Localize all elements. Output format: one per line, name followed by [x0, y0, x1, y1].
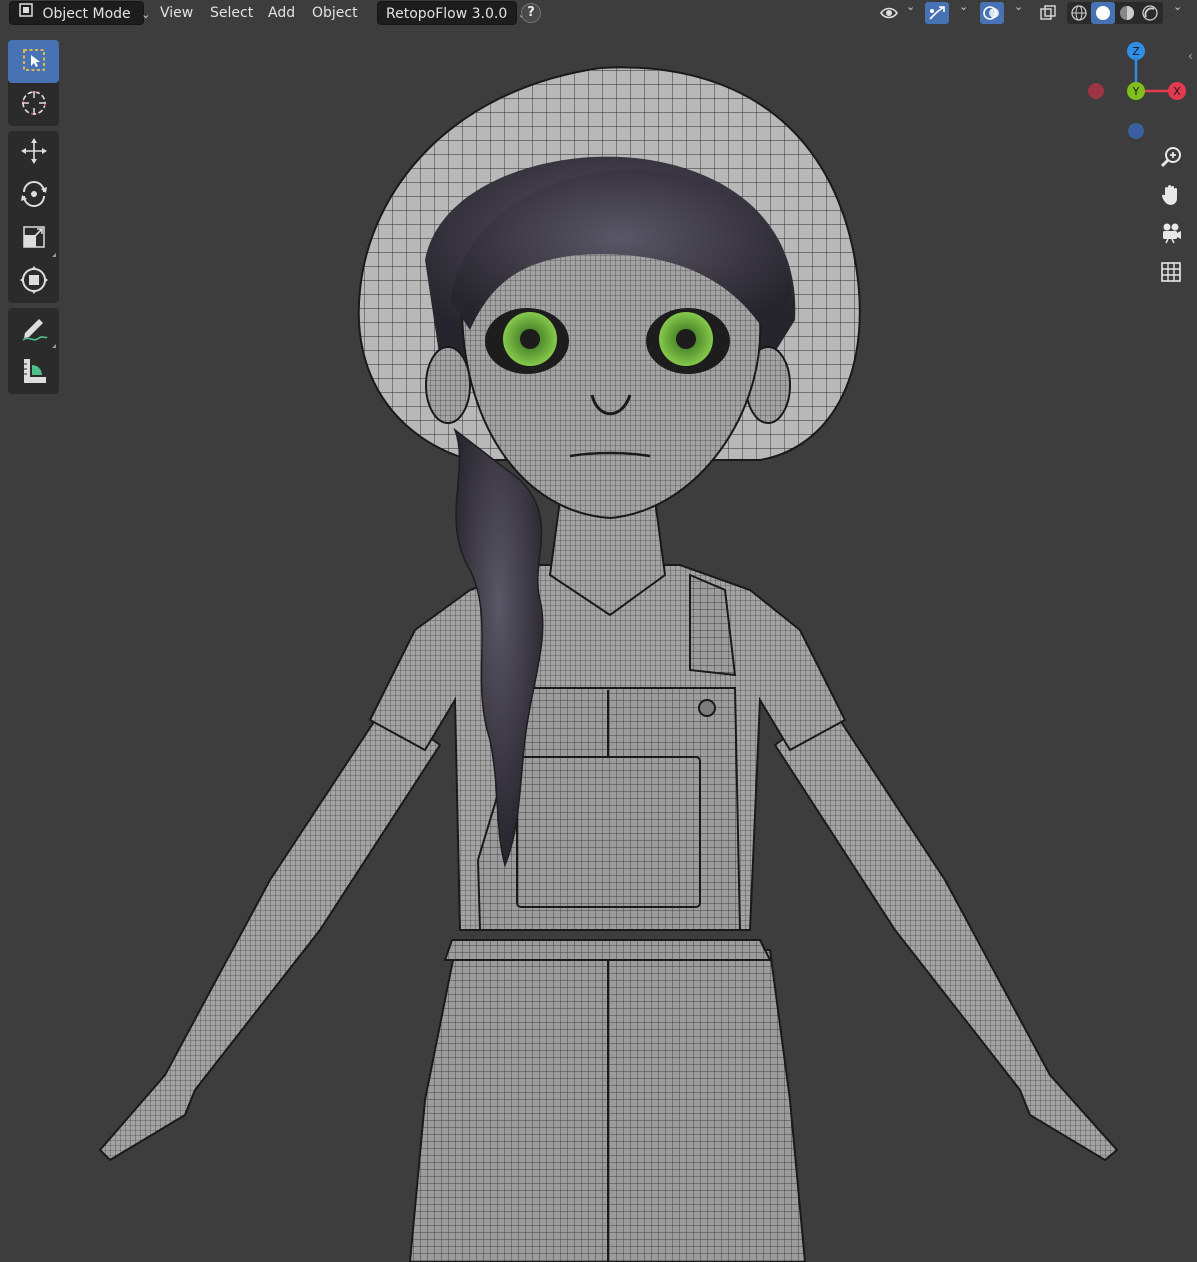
- chevron-left-icon: ‹: [1188, 49, 1193, 63]
- ortho-toggle-button[interactable]: [1154, 257, 1188, 291]
- tool-submenu-indicator: [52, 344, 56, 348]
- tool-select-box[interactable]: [8, 40, 59, 83]
- z-axis-label: Z: [1132, 45, 1140, 58]
- cursor-icon: [19, 88, 49, 122]
- camera-view-button[interactable]: [1154, 218, 1188, 252]
- tool-scale[interactable]: [8, 217, 59, 260]
- tool-move[interactable]: [8, 131, 59, 174]
- solid-shading-icon[interactable]: [1091, 2, 1115, 24]
- eye-icon: [880, 5, 898, 25]
- neg-z-axis-dot[interactable]: [1128, 123, 1144, 139]
- viewport-canvas[interactable]: [0, 27, 1197, 1262]
- overlay-icon: [983, 5, 1001, 25]
- grid-icon: [1160, 261, 1182, 287]
- chevron-down-icon: ⌄: [959, 0, 969, 13]
- pan-view-button[interactable]: [1154, 180, 1188, 214]
- hand-icon: [1159, 183, 1183, 211]
- menu-view[interactable]: View: [152, 1, 201, 25]
- tool-measure[interactable]: [8, 351, 59, 394]
- toolbar-annotate-group: [8, 308, 59, 394]
- measure-ruler-icon: [19, 356, 49, 390]
- sidebar-toggle[interactable]: ‹: [1188, 48, 1197, 64]
- transform-icon: [19, 265, 49, 299]
- menu-object[interactable]: Object: [304, 1, 366, 25]
- overlay-dropdown[interactable]: ⌄: [1006, 0, 1026, 24]
- chevron-down-icon: ⌄: [906, 0, 916, 13]
- chevron-down-icon: ⌄: [1014, 0, 1024, 13]
- shading-group: [1067, 2, 1163, 24]
- retopoflow-menu[interactable]: RetopoFlow 3.0.0 ⌄: [377, 1, 527, 25]
- zoom-icon: [1159, 145, 1183, 173]
- xray-icon: [1039, 5, 1057, 25]
- tool-cursor[interactable]: [8, 83, 59, 126]
- neg-x-axis-dot[interactable]: [1088, 83, 1104, 99]
- menu-select[interactable]: Select: [202, 1, 261, 25]
- object-mode-icon: [18, 2, 34, 26]
- material-shading-icon[interactable]: [1118, 4, 1136, 26]
- tool-annotate[interactable]: [8, 308, 59, 351]
- tool-transform[interactable]: [8, 260, 59, 303]
- retopoflow-label: RetopoFlow 3.0.0: [386, 6, 508, 22]
- select-box-icon: [21, 47, 47, 77]
- menu-add[interactable]: Add: [260, 1, 303, 25]
- viewport-header: Object Mode ⌄ View Select Add Object Ret…: [0, 0, 1197, 27]
- chevron-down-icon: ⌄: [141, 8, 151, 21]
- xray-toggle[interactable]: [1037, 2, 1059, 24]
- tool-rotate[interactable]: [8, 174, 59, 217]
- mode-selector[interactable]: Object Mode ⌄: [9, 1, 150, 26]
- wireframe-shading-icon[interactable]: [1070, 4, 1088, 26]
- scale-icon: [20, 223, 48, 255]
- help-button[interactable]: ?: [521, 3, 541, 23]
- gizmo-toggle[interactable]: [925, 2, 949, 24]
- toolbar-select-group: [8, 40, 59, 126]
- visibility-dropdown[interactable]: ⌄: [878, 0, 916, 25]
- character-model: [98, 66, 1119, 1262]
- tool-submenu-indicator: [52, 253, 56, 257]
- x-axis-label: X: [1173, 85, 1181, 98]
- move-icon: [19, 136, 49, 170]
- annotate-pencil-icon: [19, 313, 49, 347]
- chevron-down-icon: ⌄: [1173, 0, 1183, 13]
- y-axis-label: Y: [1132, 85, 1140, 98]
- shading-dropdown[interactable]: ⌄: [1165, 0, 1185, 24]
- mode-label: Object Mode: [42, 6, 131, 22]
- rendered-shading-icon[interactable]: [1141, 4, 1159, 26]
- orientation-gizmo[interactable]: Z Y X: [1080, 35, 1197, 145]
- rotate-icon: [19, 179, 49, 213]
- overlay-toggle[interactable]: [980, 2, 1004, 24]
- gizmo-dropdown[interactable]: ⌄: [951, 0, 971, 24]
- toolbar-transform-group: [8, 131, 59, 303]
- zoom-view-button[interactable]: [1154, 142, 1188, 176]
- camera-icon: [1159, 221, 1183, 249]
- gizmo-icon: [928, 5, 946, 25]
